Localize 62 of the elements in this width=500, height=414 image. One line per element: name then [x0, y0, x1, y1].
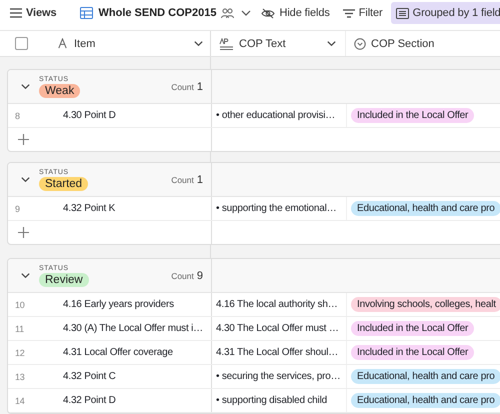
section-tag: Educational, health and care pro: [351, 369, 500, 384]
table-cell: 4.32 Point C: [63, 365, 212, 388]
filter-button[interactable]: Filter: [338, 2, 388, 24]
table-cell: 4.32 Point D: [63, 389, 212, 412]
long-text-icon: [219, 38, 234, 50]
table-cell: 4.16 The local authority sh…: [212, 293, 347, 316]
status-tag: Weak: [39, 84, 80, 98]
text-field-icon: [57, 38, 68, 49]
table-cell: • securing the services, pro…: [212, 365, 347, 388]
column-header[interactable]: COP Section: [371, 38, 497, 50]
table-cell: • supporting the emotional…: [212, 197, 347, 220]
caret-icon[interactable]: [326, 38, 337, 49]
table-cell: • supporting disabled child: [212, 389, 347, 412]
row-number: 10: [14, 300, 26, 310]
count-label: Count: [171, 174, 194, 184]
count-label: Count: [171, 270, 194, 280]
status-tag: Review: [39, 272, 89, 286]
select-all-checkbox[interactable]: [15, 37, 28, 50]
count-value: 9: [196, 270, 203, 282]
section-tag: Included in the Local Offer: [351, 108, 474, 123]
section-tag: Included in the Local Offer: [351, 345, 474, 360]
add-icon[interactable]: [18, 134, 29, 145]
section-tag: Involving schools, colleges, healt: [351, 297, 500, 312]
count-label: Count: [171, 82, 194, 92]
hidden-eye-icon: [261, 8, 276, 18]
section-tag: Educational, health and care pro: [351, 201, 500, 216]
menu-icon: [10, 8, 22, 18]
views-button[interactable]: Views: [10, 2, 62, 24]
row-number: 14: [14, 396, 26, 406]
row-number: 13: [14, 372, 26, 382]
table-cell: 4.32 Point K: [63, 197, 212, 220]
dropdown-circle-icon: [354, 38, 366, 50]
row-number: 8: [14, 110, 21, 120]
row-number: 11: [14, 324, 25, 334]
add-icon[interactable]: [18, 227, 29, 238]
table-cell: 4.31 Local Offer coverage: [63, 341, 212, 364]
column-header[interactable]: COP Text: [239, 38, 321, 50]
table-cell: 4.30 The Local Offer must …: [212, 317, 347, 340]
grid-icon: [80, 7, 92, 19]
table-cell: 4.31 The Local Offer shoul…: [212, 341, 347, 364]
count-value: 1: [196, 80, 203, 92]
collapse-icon[interactable]: [20, 174, 31, 185]
filter-icon: [342, 8, 355, 18]
table-cell: 4.30 Point D: [63, 104, 212, 127]
collapse-icon[interactable]: [20, 81, 31, 92]
status-tag: Started: [39, 176, 88, 190]
count-value: 1: [196, 174, 203, 186]
column-header[interactable]: Item: [74, 38, 193, 50]
table-cell: 4.16 Early years providers: [63, 293, 212, 316]
hide-fields-button[interactable]: Hide fields: [256, 2, 335, 24]
collapse-icon[interactable]: [20, 270, 31, 281]
table-cell: 4.30 (A) The Local Offer must i…: [63, 317, 212, 340]
section-tag: Educational, health and care pro: [351, 393, 500, 408]
group-button[interactable]: Grouped by 1 field: [390, 2, 500, 24]
list-icon: [396, 8, 409, 18]
row-number: 12: [14, 348, 26, 358]
people-icon[interactable]: [219, 6, 236, 20]
view-name: Whole SEND COP2015: [98, 7, 216, 19]
table-cell: • other educational provisi…: [212, 104, 347, 127]
caret-icon[interactable]: [193, 38, 204, 49]
row-number: 9: [14, 204, 21, 214]
section-tag: Included in the Local Offer: [351, 321, 474, 336]
